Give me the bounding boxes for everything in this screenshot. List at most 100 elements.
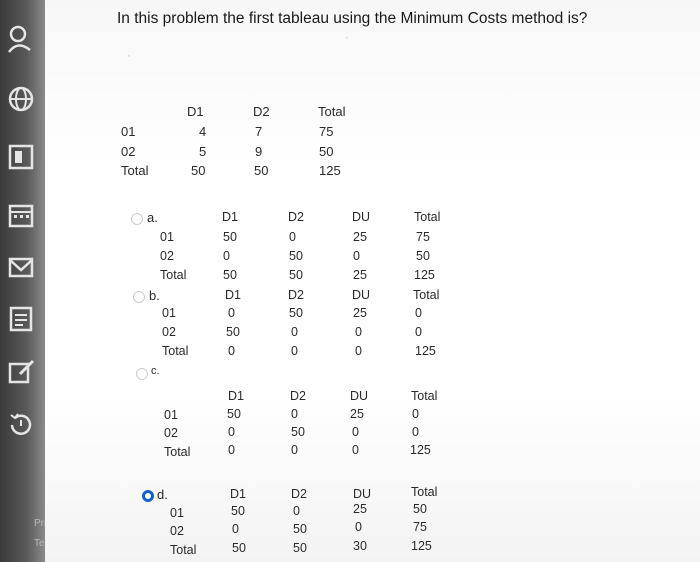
option-cell: 50 [293, 541, 307, 555]
option-cell: 25 [350, 407, 364, 421]
stray-mark: · [345, 32, 349, 44]
option-b-radio[interactable] [133, 291, 145, 303]
option-cell: 125 [410, 443, 431, 457]
dashboard-icon[interactable] [4, 142, 38, 176]
problem-cell: 50 [254, 163, 269, 178]
option-header: DU [350, 389, 369, 403]
problem-cell: 4 [199, 124, 207, 139]
option-cell: 0 [353, 249, 360, 263]
option-cell: 50 [289, 268, 303, 282]
option-cell: 30 [353, 539, 367, 553]
option-header: D1 [228, 389, 244, 403]
option-header: DU [353, 487, 372, 501]
option-row-label: 01 [170, 506, 184, 520]
option-cell: 50 [226, 325, 240, 339]
option-cell: 125 [414, 268, 435, 282]
problem-row-label: Total [121, 163, 149, 178]
option-header: D2 [290, 389, 306, 403]
option-cell: 0 [352, 443, 359, 457]
option-cell: 50 [289, 306, 303, 320]
problem-header-d2: D2 [253, 104, 270, 119]
option-cell: 0 [291, 344, 298, 358]
problem-row-label: 02 [121, 144, 136, 159]
option-b-letter[interactable]: b. [149, 288, 160, 303]
option-cell: 50 [231, 504, 245, 518]
option-cell: 0 [355, 520, 362, 534]
option-d-letter[interactable]: d. [157, 487, 168, 502]
option-cell: 50 [291, 425, 305, 439]
problem-cell: 7 [255, 124, 263, 139]
option-cell: 50 [293, 522, 307, 536]
problem-cell: 50 [191, 163, 206, 178]
option-cell: 50 [289, 249, 303, 263]
option-row-label: 02 [164, 426, 178, 440]
option-header: Total [413, 288, 440, 302]
globe-icon[interactable] [4, 84, 38, 118]
option-cell: 50 [223, 268, 237, 282]
question-text: In this problem the first tableau using … [117, 10, 588, 27]
option-d-radio[interactable] [142, 490, 154, 502]
option-row-label: Total [162, 344, 189, 358]
option-cell: 0 [228, 443, 235, 457]
option-cell: 75 [413, 520, 427, 534]
problem-cell: 9 [255, 144, 263, 159]
option-a-radio[interactable] [131, 213, 143, 225]
option-cell: 0 [291, 325, 298, 339]
option-row-label: 02 [160, 249, 174, 263]
option-header: D1 [222, 210, 238, 224]
option-cell: 125 [411, 539, 432, 553]
option-cell: 0 [228, 425, 235, 439]
option-cell: 50 [223, 230, 237, 244]
option-header: D2 [291, 487, 307, 501]
option-cell: 0 [228, 306, 235, 320]
problem-header-d1: D1 [187, 104, 204, 119]
option-cell: 0 [352, 425, 359, 439]
option-cell: 50 [413, 502, 427, 516]
edit-icon[interactable] [4, 356, 38, 390]
option-header: D2 [288, 210, 304, 224]
option-c-letter[interactable]: c. [151, 365, 160, 377]
problem-cell: 50 [319, 144, 334, 159]
problem-cell: 125 [319, 163, 341, 178]
option-cell: 0 [412, 425, 419, 439]
option-row-label: 02 [170, 524, 184, 538]
option-a-letter[interactable]: a. [147, 210, 158, 225]
problem-cell: 5 [199, 144, 207, 159]
option-cell: 0 [293, 504, 300, 518]
option-cell: 25 [353, 306, 367, 320]
option-row-label: Total [170, 543, 197, 557]
option-row-label: 01 [160, 230, 174, 244]
option-c-radio[interactable] [136, 368, 148, 380]
history-icon[interactable] [4, 410, 38, 444]
option-row-label: 01 [164, 408, 178, 422]
option-header: D1 [230, 487, 246, 501]
stray-mark: · [127, 50, 131, 62]
option-cell: 25 [353, 268, 367, 282]
option-cell: 50 [416, 249, 430, 263]
option-cell: 0 [415, 325, 422, 339]
option-row-label: 02 [162, 325, 176, 339]
option-row-label: 01 [162, 306, 176, 320]
option-cell: 0 [412, 407, 419, 421]
option-cell: 25 [353, 230, 367, 244]
document-icon[interactable] [4, 304, 38, 338]
option-cell: 25 [353, 502, 367, 516]
option-row-label: Total [164, 445, 191, 459]
option-cell: 0 [355, 344, 362, 358]
option-cell: 125 [415, 344, 436, 358]
problem-cell: 75 [319, 124, 334, 139]
option-cell: 0 [415, 306, 422, 320]
inbox-icon[interactable] [4, 252, 38, 286]
calendar-icon[interactable] [4, 200, 38, 234]
option-cell: 0 [228, 344, 235, 358]
option-cell: 0 [232, 522, 239, 536]
option-row-label: Total [160, 268, 187, 282]
option-header: Total [411, 485, 438, 499]
option-header: DU [352, 288, 371, 302]
option-cell: 50 [227, 407, 241, 421]
user-icon[interactable] [4, 24, 38, 58]
option-header: Total [411, 389, 438, 403]
option-header: D1 [225, 288, 241, 302]
option-header: D2 [288, 288, 304, 302]
option-cell: 50 [232, 541, 246, 555]
